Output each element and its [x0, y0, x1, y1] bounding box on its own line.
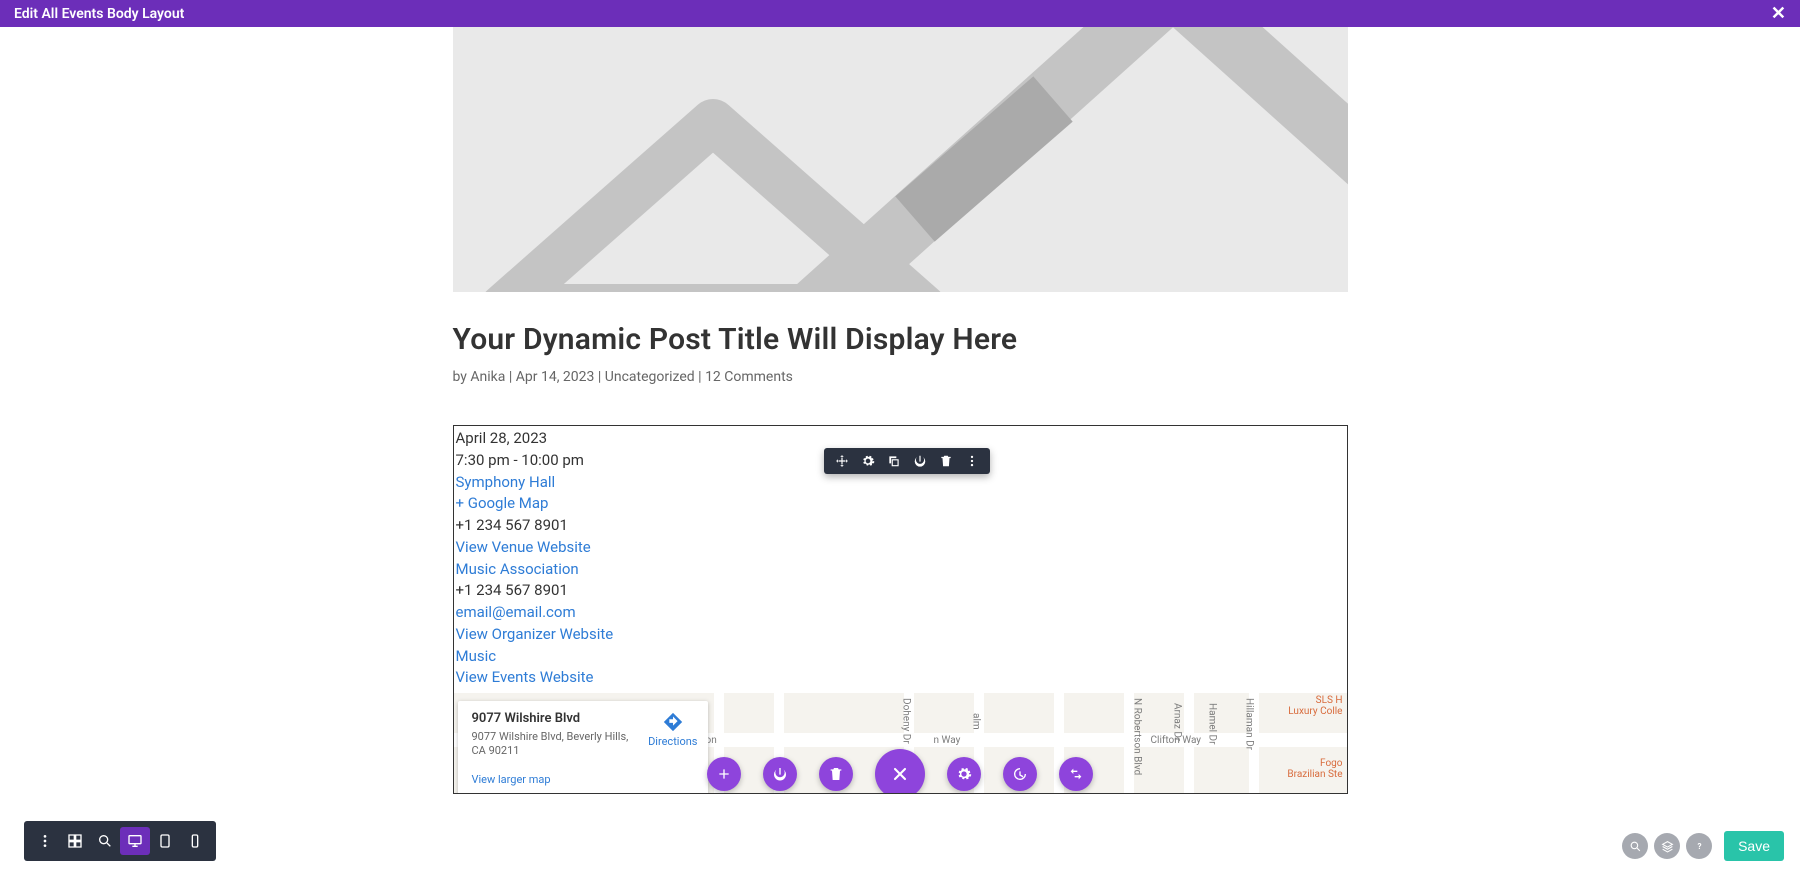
tablet-view-icon[interactable]: [150, 827, 180, 855]
directions-link[interactable]: Directions: [648, 711, 697, 748]
swap-button[interactable]: [1059, 757, 1093, 791]
save-button[interactable]: Save: [1724, 831, 1784, 861]
organizer-email-link[interactable]: email@email.com: [456, 603, 576, 621]
close-icon[interactable]: ✕: [1771, 3, 1786, 24]
google-map-link[interactable]: + Google Map: [456, 494, 549, 512]
bottom-right-actions: ? Save: [1622, 831, 1784, 861]
settings-button[interactable]: [947, 757, 981, 791]
content-column: Your Dynamic Post Title Will Display Her…: [453, 27, 1348, 794]
desktop-view-icon[interactable]: [120, 827, 150, 855]
power-button[interactable]: [763, 757, 797, 791]
street-label: alm: [971, 713, 982, 730]
post-meta: by Anika | Apr 14, 2023 | Uncategorized …: [453, 369, 1348, 385]
editor-canvas: Your Dynamic Post Title Will Display Her…: [0, 27, 1800, 794]
street-label: Hamel Dr: [1207, 703, 1218, 745]
post-title: Your Dynamic Post Title Will Display Her…: [453, 322, 1348, 357]
map-poi: SLS H Luxury Colle: [1288, 695, 1342, 717]
post-comments: 12 Comments: [705, 369, 793, 385]
venue-website-link[interactable]: View Venue Website: [456, 538, 591, 556]
delete-button[interactable]: [819, 757, 853, 791]
svg-text:?: ?: [1697, 841, 1701, 851]
menu-icon[interactable]: [30, 827, 60, 855]
street-label: n Way: [934, 735, 961, 746]
phone-view-icon[interactable]: [180, 827, 210, 855]
header-bar: Edit All Events Body Layout ✕: [0, 0, 1800, 27]
view-larger-map-link[interactable]: View larger map: [472, 773, 694, 786]
event-date: April 28, 2023: [456, 428, 1347, 450]
help-icon[interactable]: ?: [1686, 833, 1712, 859]
organizer-name-link[interactable]: Music Association: [456, 560, 579, 578]
module-toolbar: [824, 448, 990, 474]
add-button[interactable]: [707, 757, 741, 791]
trash-icon[interactable]: [938, 453, 954, 469]
hero-image-placeholder: [453, 27, 1348, 292]
duplicate-icon[interactable]: [886, 453, 902, 469]
post-category: Uncategorized: [605, 369, 695, 385]
map-info-card: 9077 Wilshire Blvd 9077 Wilshire Blvd, B…: [458, 701, 708, 793]
view-mode-bar: [24, 821, 216, 861]
map-poi: Fogo Brazilian Ste: [1287, 758, 1342, 780]
street-label: Doheny Dr: [901, 698, 912, 744]
post-date: Apr 14, 2023: [516, 369, 595, 385]
street-label: Clifton Way: [1151, 735, 1202, 746]
zoom-icon[interactable]: [90, 827, 120, 855]
post-author: Anika: [470, 369, 505, 385]
organizer-phone: +1 234 567 8901: [456, 580, 1347, 602]
close-button[interactable]: [875, 749, 925, 793]
floating-actions: [707, 749, 1093, 793]
move-icon[interactable]: [834, 453, 850, 469]
page-title: Edit All Events Body Layout: [14, 6, 184, 22]
search-icon[interactable]: [1622, 833, 1648, 859]
map-embed[interactable]: Doheny Dr alm N Robertson Blvd Arnaz Dr …: [454, 693, 1347, 793]
organizer-website-link[interactable]: View Organizer Website: [456, 625, 614, 643]
wireframe-icon[interactable]: [60, 827, 90, 855]
street-label: N Robertson Blvd: [1132, 698, 1143, 775]
power-icon[interactable]: [912, 453, 928, 469]
events-website-link[interactable]: View Events Website: [456, 668, 594, 686]
history-button[interactable]: [1003, 757, 1037, 791]
events-module[interactable]: April 28, 2023 7:30 pm - 10:00 pm Sympho…: [453, 425, 1348, 794]
street-label: Hillaman Dr: [1244, 698, 1255, 750]
venue-phone: +1 234 567 8901: [456, 515, 1347, 537]
gear-icon[interactable]: [860, 453, 876, 469]
layers-icon[interactable]: [1654, 833, 1680, 859]
more-icon[interactable]: [964, 453, 980, 469]
venue-name-link[interactable]: Symphony Hall: [456, 473, 556, 491]
event-category-link[interactable]: Music: [456, 647, 497, 665]
